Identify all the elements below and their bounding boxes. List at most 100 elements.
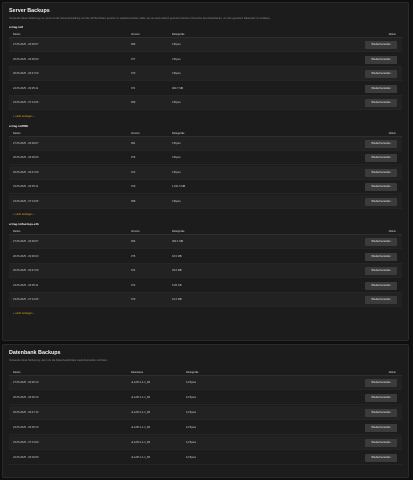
backup-size: 482.1 MB xyxy=(172,240,184,243)
backup-version: 959 xyxy=(131,101,136,104)
restore-button[interactable]: Wiederherstellen xyxy=(365,296,397,304)
backup-filename: ul-1c8f-1-1-1_86 xyxy=(131,396,151,399)
restore-button[interactable]: Wiederherstellen xyxy=(365,252,397,261)
database-backup-row: 22.05.2025 - 00:04:09 ul-1c8f-1-1-1_86 12 … xyxy=(9,451,402,465)
restore-button[interactable]: Wiederherstellen xyxy=(365,168,397,177)
database-backup-row: 23.05.2025 - 07:13:09 ul-1c8f-1-1-1_86 12 … xyxy=(9,436,402,450)
backup-version: 958 xyxy=(131,199,136,203)
backup-size: 29.0 MB xyxy=(172,269,182,272)
restore-button[interactable]: Wiederherstellen xyxy=(365,154,397,162)
backup-row: 23.05.2025 - 07:13:05 958 0 Bytes Wiederher… xyxy=(9,194,402,209)
restore-button[interactable]: Wiederherstellen xyxy=(365,84,397,93)
backup-version: 977 xyxy=(131,57,136,61)
column-action: Aktion xyxy=(388,33,396,36)
restore-button[interactable]: Wiederherstellen xyxy=(365,394,397,402)
backup-date: 23.05.2025 - 07:13:09 xyxy=(13,441,39,444)
backup-row: 24.05.2025 - 00:05:11 971 900.7 MB Wiederhe… xyxy=(9,82,402,96)
restore-button[interactable]: Wiederherstellen xyxy=(365,70,397,78)
database-backup-row: 25.05.2025 - 00:47:13 ul-1c8f-1-1-1_86 12 … xyxy=(9,406,402,420)
restore-button[interactable]: Wiederherstellen xyxy=(365,281,397,290)
backup-row: 26.05.2025 - 00:06:00 977 0 Bytes Wiederher… xyxy=(9,53,402,67)
database-backups-title: Datenbank Backups xyxy=(9,350,61,356)
backup-size: 12 Bytes xyxy=(186,396,197,399)
backup-version: 972 xyxy=(131,170,136,174)
server-group-label: ertrag-1c8ae4sqa-e4b xyxy=(9,222,39,226)
database-backups-panel: Datenbank Backups Verwende diese Sicheru… xyxy=(2,344,409,478)
show-more-link[interactable]: + mehr anzeigen ... xyxy=(13,312,35,315)
restore-button[interactable]: Wiederherstellen xyxy=(365,139,397,148)
column-size: Dateigröße xyxy=(186,371,199,374)
restore-button[interactable]: Wiederherstellen xyxy=(365,99,397,107)
column-action: Aktion xyxy=(388,230,396,233)
backup-size: 0 Bytes xyxy=(172,170,181,174)
restore-button[interactable]: Wiederherstellen xyxy=(365,267,397,275)
restore-button[interactable]: Wiederherstellen xyxy=(365,409,397,417)
restore-button[interactable]: Wiederherstellen xyxy=(365,439,397,447)
backup-row: 27.05.2025 - 00:06:07 993 482.1 MB Wiederhe… xyxy=(9,235,402,249)
backup-size: 6.95 GB xyxy=(172,283,182,287)
database-backup-row: 27.05.2025 - 00:06:13 ul-1c8f-1-1-1_86 12 … xyxy=(9,376,402,390)
backup-row: 24.05.2025 - 00:05:11 970 1.021.5 MB Wieder… xyxy=(9,180,402,194)
backup-size: 1.021.5 MB xyxy=(172,185,186,188)
backup-version: 972 xyxy=(131,283,136,287)
backup-row: 27.05.2025 - 00:06:07 995 0 Bytes Wiederher… xyxy=(9,38,402,52)
backup-date: 26.05.2025 - 00:06:03 xyxy=(13,254,39,258)
backup-date: 22.05.2025 - 00:04:09 xyxy=(13,456,39,459)
backup-date: 26.05.2025 - 00:06:00 xyxy=(13,156,39,159)
backup-version: 974 xyxy=(131,269,136,272)
backup-row: 25.05.2025 - 00:47:09 972 0 Bytes Wiederher… xyxy=(9,165,402,180)
column-size: Dateigröße xyxy=(172,33,185,36)
column-version: Version xyxy=(131,33,140,36)
backup-size: 0 Bytes xyxy=(172,156,181,159)
backup-date: 24.05.2025 - 00:05:11 xyxy=(13,283,39,287)
column-date: Datum xyxy=(13,230,21,233)
restore-button[interactable]: Wiederherstellen xyxy=(365,424,397,432)
restore-button[interactable]: Wiederherstellen xyxy=(365,183,397,191)
show-more-link[interactable]: + mehr anzeigen ... xyxy=(13,213,35,216)
backup-date: 27.05.2025 - 00:06:07 xyxy=(13,141,39,145)
database-backups-description: Verwende diese Sicherung, wenn du die Da… xyxy=(9,359,108,362)
backup-date: 25.05.2025 - 00:47:13 xyxy=(13,411,39,414)
restore-button[interactable]: Wiederherstellen xyxy=(365,454,397,462)
backup-date: 23.05.2025 - 07:13:05 xyxy=(13,199,39,203)
column-date: Datum xyxy=(13,371,21,374)
backup-date: 24.05.2025 - 00:05:11 xyxy=(13,86,39,90)
column-action: Aktion xyxy=(388,371,396,374)
backup-size: 18.0 MB xyxy=(172,254,182,258)
backup-date: 23.05.2025 - 07:13:05 xyxy=(13,298,39,301)
backup-size: 0 Bytes xyxy=(172,57,181,61)
restore-button[interactable]: Wiederherstellen xyxy=(365,55,397,64)
backup-date: 27.05.2025 - 00:06:13 xyxy=(13,381,39,384)
backup-date: 24.05.2025 - 00:05:11 xyxy=(13,185,39,188)
backup-row: 23.05.2025 - 07:13:05 959 0 Bytes Wiederher… xyxy=(9,96,402,110)
restore-button[interactable]: Wiederherstellen xyxy=(365,238,397,246)
restore-button[interactable]: Wiederherstellen xyxy=(365,197,397,206)
server-group-label: ertrag-1c8f8fb xyxy=(9,123,29,128)
backup-version: 976 xyxy=(131,156,136,159)
backup-date: 27.05.2025 - 00:06:07 xyxy=(13,240,39,243)
restore-button[interactable]: Wiederherstellen xyxy=(365,379,397,387)
backup-date: 24.05.2025 - 00:05:13 xyxy=(13,426,39,429)
database-backup-row: 24.05.2025 - 00:05:13 ul-1c8f-1-1-1_86 12 … xyxy=(9,421,402,435)
database-backup-row: 26.05.2025 - 00:06:13 ul-1c8f-1-1-1_86 12 … xyxy=(9,391,402,405)
backup-size: 0 Bytes xyxy=(172,199,181,203)
server-group-label: ertrag-1c8 xyxy=(9,25,23,29)
show-more-link[interactable]: + mehr anzeigen ... xyxy=(13,115,35,118)
backup-filename: ul-1c8f-1-1-1_86 xyxy=(131,381,151,384)
backup-row: 26.05.2025 - 00:06:00 976 0 Bytes Wiederher… xyxy=(9,151,402,165)
backup-row: 25.05.2025 - 00:47:09 973 0 Bytes Wiederher… xyxy=(9,67,402,81)
backup-version: 975 xyxy=(131,254,136,258)
backup-size: 12 Bytes xyxy=(186,456,197,459)
backup-date: 25.05.2025 - 00:47:09 xyxy=(13,269,39,272)
backup-size: 900.7 MB xyxy=(172,86,184,90)
backup-date: 26.05.2025 - 00:06:00 xyxy=(13,57,39,61)
restore-button[interactable]: Wiederherstellen xyxy=(365,41,397,49)
backup-date: 23.05.2025 - 07:13:05 xyxy=(13,101,39,104)
backup-size: 0 Bytes xyxy=(172,101,181,104)
backup-row: 27.05.2025 - 00:06:07 991 0 Bytes Wiederher… xyxy=(9,136,402,151)
backup-size: 12 Bytes xyxy=(186,441,197,444)
backup-row: 25.05.2025 - 00:47:09 974 29.0 MB Wiederher… xyxy=(9,264,402,278)
server-backups-description: Verwende diese Sicherung nur, wenn du di… xyxy=(9,17,271,20)
backup-version: 995 xyxy=(131,43,136,46)
column-size: Dateigröße xyxy=(172,131,185,135)
